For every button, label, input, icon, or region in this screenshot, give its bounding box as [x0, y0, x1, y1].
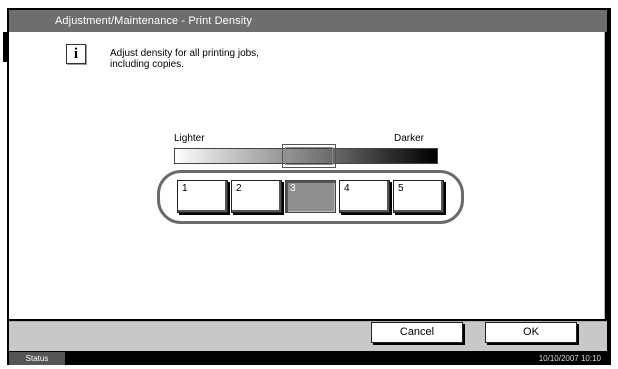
status-bar: Status 10/10/2007 10:10	[9, 352, 607, 365]
density-level-5-button[interactable]: 5	[393, 180, 444, 213]
info-message: Adjust density for all printing jobs, in…	[110, 48, 330, 70]
scroll-indicator	[3, 32, 7, 62]
density-gradient-selection-inner	[285, 147, 333, 165]
info-message-line1: Adjust density for all printing jobs,	[110, 48, 259, 59]
title-bar: Adjustment/Maintenance - Print Density	[9, 10, 607, 32]
density-level-1-button[interactable]: 1	[177, 180, 228, 213]
status-button[interactable]: Status	[9, 352, 65, 365]
density-level-4-button[interactable]: 4	[339, 180, 390, 213]
label-lighter: Lighter	[174, 133, 205, 144]
cancel-button[interactable]: Cancel	[371, 322, 463, 343]
density-level-2-button[interactable]: 2	[231, 180, 282, 213]
status-datetime: 10/10/2007 10:10	[538, 354, 601, 363]
density-gradient-selection	[282, 144, 336, 168]
ok-button[interactable]: OK	[485, 322, 577, 343]
density-level-3-button[interactable]: 3	[285, 180, 336, 213]
info-message-line2: including copies.	[110, 59, 184, 70]
label-darker: Darker	[394, 133, 425, 144]
info-icon: i	[66, 44, 86, 64]
page-title: Adjustment/Maintenance - Print Density	[55, 15, 252, 27]
